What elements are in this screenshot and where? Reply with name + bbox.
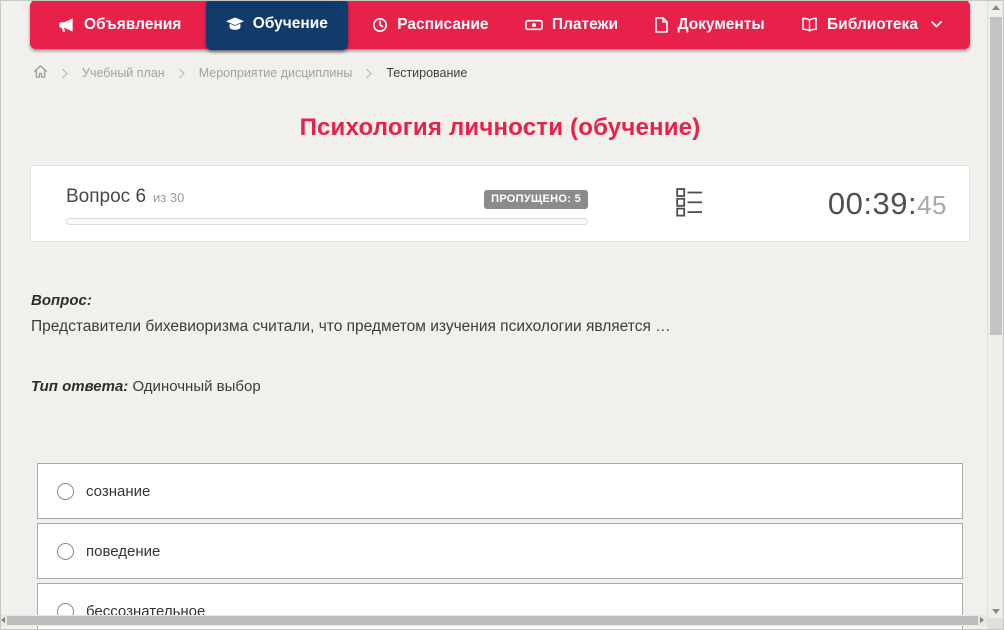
question-text: Представители бихевиоризма считали, что …: [31, 318, 671, 335]
radio-button[interactable]: [57, 482, 74, 500]
question-total: из 30: [153, 189, 185, 205]
scroll-down-arrow[interactable]: [992, 609, 1000, 614]
horizontal-scrollbar[interactable]: [0, 615, 987, 626]
banknote-icon: [525, 17, 543, 33]
book-icon: [801, 17, 818, 32]
breadcrumb: Учебный план Мероприятие дисциплины Тест…: [33, 63, 467, 83]
clock-icon: [372, 17, 388, 33]
option-label: поведение: [86, 542, 161, 560]
nav-item-announcements[interactable]: Объявления: [46, 0, 193, 49]
timer-main: 00:39:: [827, 185, 918, 221]
nav-item-label: Документы: [677, 15, 765, 33]
quiz-status-panel: Вопрос 6 из 30 ПРОПУЩЕНО: 5 00:39:45: [30, 165, 970, 242]
document-icon: [654, 16, 669, 33]
progress-bar: [66, 218, 588, 226]
nav-item-documents[interactable]: Документы: [642, 0, 776, 49]
question-list-icon: [676, 188, 703, 221]
question-list-button[interactable]: [676, 186, 703, 221]
nav-item-label: Платежи: [551, 15, 619, 33]
radio-button[interactable]: [57, 542, 74, 560]
nav-item-label: Объявления: [84, 15, 182, 33]
home-icon[interactable]: [33, 64, 48, 82]
nav-item-label: Обучение: [252, 15, 328, 32]
timer: 00:39:45: [828, 186, 947, 222]
nav-item-label: Библиотека: [827, 15, 918, 33]
scroll-up-arrow[interactable]: [992, 5, 1000, 10]
vertical-scroll-thumb[interactable]: [990, 17, 1002, 335]
answer-option-1[interactable]: сознание: [37, 463, 963, 519]
question-label: Вопрос:: [31, 292, 92, 309]
answer-type-value: Одиночный выбор: [132, 378, 261, 395]
scrollbar-corner: [988, 618, 1004, 630]
nav-item-payments[interactable]: Платежи: [513, 0, 630, 49]
timer-seconds: 45: [917, 189, 947, 220]
horizontal-scroll-thumb[interactable]: [7, 616, 978, 625]
question-number: Вопрос 6: [66, 185, 147, 207]
answer-option-2[interactable]: поведение: [37, 523, 963, 579]
chevron-right-icon: [178, 68, 186, 79]
graduation-cap-icon: [225, 17, 244, 32]
nav-item-learning[interactable]: Обучение: [205, 0, 348, 50]
chevron-right-icon: [365, 68, 373, 79]
nav-item-label: Расписание: [397, 15, 489, 33]
option-label: сознание: [86, 482, 151, 500]
skipped-badge: ПРОПУЩЕНО: 5: [484, 189, 588, 210]
answer-type-line: Тип ответа: Одиночный выбор: [31, 378, 261, 395]
breadcrumb-discipline-event[interactable]: Мероприятие дисциплины: [199, 66, 353, 80]
page-title: Психология личности (обучение): [299, 114, 701, 141]
chevron-down-icon: [931, 21, 942, 28]
main-navbar: Объявления Обучение Расписание Платежи Д…: [30, 0, 970, 50]
breadcrumb-curriculum[interactable]: Учебный план: [82, 66, 165, 80]
question-progress-block: Вопрос 6 из 30 ПРОПУЩЕНО: 5: [31, 182, 588, 226]
megaphone-icon: [58, 17, 75, 33]
breadcrumb-testing: Тестирование: [386, 66, 468, 80]
answer-options: сознание поведение бессознательное: [37, 463, 963, 630]
chevron-right-icon: [61, 68, 69, 79]
vertical-scrollbar[interactable]: [987, 0, 1004, 630]
nav-item-schedule[interactable]: Расписание: [360, 0, 500, 49]
answer-type-label: Тип ответа:: [31, 378, 129, 395]
scroll-left-arrow[interactable]: [1, 617, 5, 623]
nav-item-library[interactable]: Библиотека: [789, 0, 954, 49]
scroll-right-arrow[interactable]: [980, 617, 984, 623]
